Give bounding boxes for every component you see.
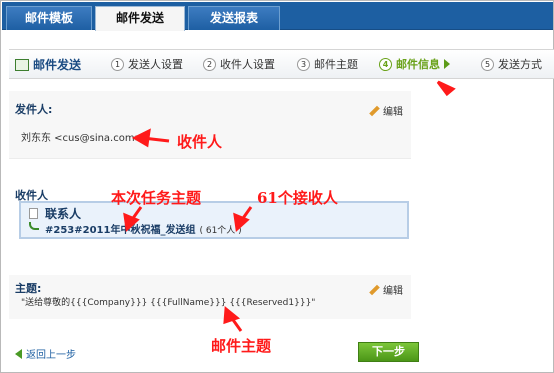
recipient-count: ( 61个人 ): [199, 226, 242, 236]
step-send-method[interactable]: 5 发送方式: [481, 56, 542, 74]
arrow-to-step-info: [436, 80, 456, 97]
subject-value: "送给尊敬的{{{Company}}} {{{FullName}}} {{{Re…: [21, 298, 316, 308]
back-arrow-icon: [15, 349, 22, 359]
step-label: 邮件主题: [314, 58, 358, 71]
steps-bar: 邮件发送 1 发送人设置 2 收件人设置 3 邮件主题 4 邮件信息 5 发送方式: [9, 49, 554, 79]
steps-home[interactable]: 邮件发送: [15, 56, 81, 74]
subject-edit-link[interactable]: 编辑: [369, 282, 403, 297]
edit-label: 编辑: [383, 286, 403, 297]
next-button[interactable]: 下一步: [358, 342, 419, 362]
annotation-task-subject: 本次任务主题: [111, 189, 202, 207]
arrow-to-recipient-group: [441, 77, 451, 91]
annotation-mail-subject: 邮件主题: [211, 337, 272, 355]
step-label: 发送方式: [498, 58, 542, 71]
recipient-group-title: 联系人: [45, 207, 82, 221]
play-arrow-icon: [444, 59, 450, 69]
recipient-group-box[interactable]: 联系人 #253#2011年中秋祝福_发送组( 61个人 ): [19, 201, 409, 239]
step-recipient-settings[interactable]: 2 收件人设置: [203, 56, 275, 74]
step-number: 2: [203, 58, 216, 71]
step-sender-settings[interactable]: 1 发送人设置: [111, 56, 183, 74]
subject-section: 主题: 编辑 "送给尊敬的{{{Company}}} {{{FullName}}…: [9, 275, 411, 319]
recipient-section: 收件人 联系人 #253#2011年中秋祝福_发送组( 61个人 ): [9, 171, 411, 267]
sender-label: 发件人:: [15, 103, 53, 116]
step-number: 4: [379, 58, 392, 71]
step-label: 收件人设置: [220, 58, 275, 71]
annotation-recipient: 收件人: [177, 133, 223, 151]
tab-mail-send[interactable]: 邮件发送: [95, 6, 185, 31]
steps-home-label: 邮件发送: [33, 58, 82, 72]
step-label: 发送人设置: [128, 58, 183, 71]
annotation-recipient-count: 61个接收人: [257, 189, 338, 207]
app-frame: 邮件模板 邮件发送 发送报表 邮件发送 1 发送人设置 2 收件人设置 3 邮件主题 …: [0, 0, 554, 373]
back-link[interactable]: 返回上一步: [15, 346, 76, 361]
recipient-group-line: #253#2011年中秋祝福_发送组( 61个人 ): [45, 221, 242, 236]
subject-label: 主题:: [15, 282, 42, 295]
step-number: 5: [481, 58, 494, 71]
tab-send-report[interactable]: 发送报表: [188, 6, 280, 30]
sender-value: 刘东东 <cus@sina.com>: [21, 133, 143, 144]
step-mail-info[interactable]: 4 邮件信息: [379, 56, 450, 74]
step-mail-subject[interactable]: 3 邮件主题: [297, 56, 358, 74]
tab-mail-template[interactable]: 邮件模板: [6, 6, 92, 30]
step-label: 邮件信息: [396, 58, 440, 71]
back-label: 返回上一步: [26, 350, 76, 361]
document-icon: [29, 208, 38, 219]
step-number: 3: [297, 58, 310, 71]
phone-icon: [29, 222, 39, 230]
pencil-icon: [369, 284, 380, 296]
edit-label: 编辑: [383, 107, 403, 118]
recipient-group-name: #253#2011年中秋祝福_发送组: [45, 225, 196, 236]
top-tab-bar: 邮件模板 邮件发送 发送报表: [2, 2, 553, 31]
mail-send-icon: [15, 59, 29, 71]
sender-edit-link[interactable]: 编辑: [369, 103, 403, 118]
step-number: 1: [111, 58, 124, 71]
pencil-icon: [369, 105, 380, 117]
